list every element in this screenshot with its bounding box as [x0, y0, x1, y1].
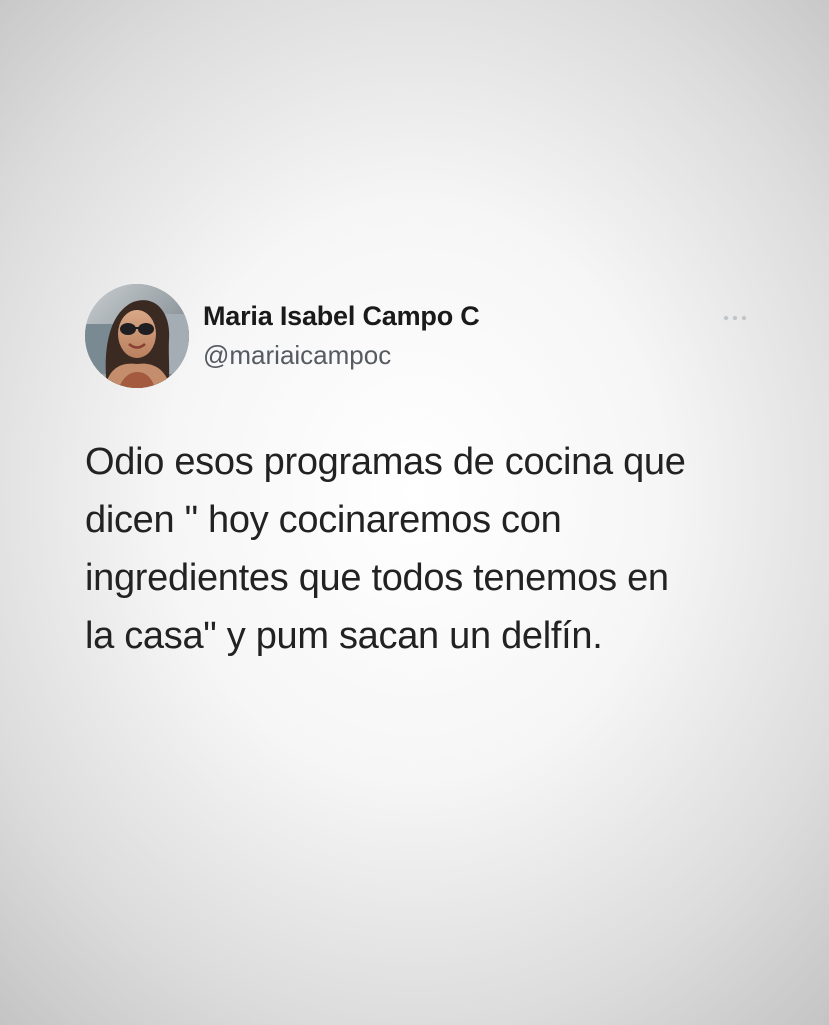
more-options-button[interactable]: [718, 308, 752, 328]
author-handle[interactable]: @mariaicampoc: [203, 340, 391, 371]
tweet-text-line: Odio esos programas de cocina que: [85, 441, 686, 483]
avatar[interactable]: [85, 284, 189, 388]
more-horizontal-icon: [723, 315, 747, 321]
tweet-text-line: la casa" y pum sacan un delfín.: [85, 615, 603, 657]
tweet-text-line: dicen " hoy cocinaremos con: [85, 499, 562, 541]
tweet-text: Odio esos programas de cocina que dicen …: [85, 433, 785, 665]
tweet-text-line: ingredientes que todos tenemos en: [85, 557, 669, 599]
author-display-name[interactable]: Maria Isabel Campo C: [203, 301, 480, 332]
profile-photo-icon: [85, 284, 189, 388]
tweet-card: Maria Isabel Campo C @mariaicampoc Odio …: [0, 0, 829, 1025]
